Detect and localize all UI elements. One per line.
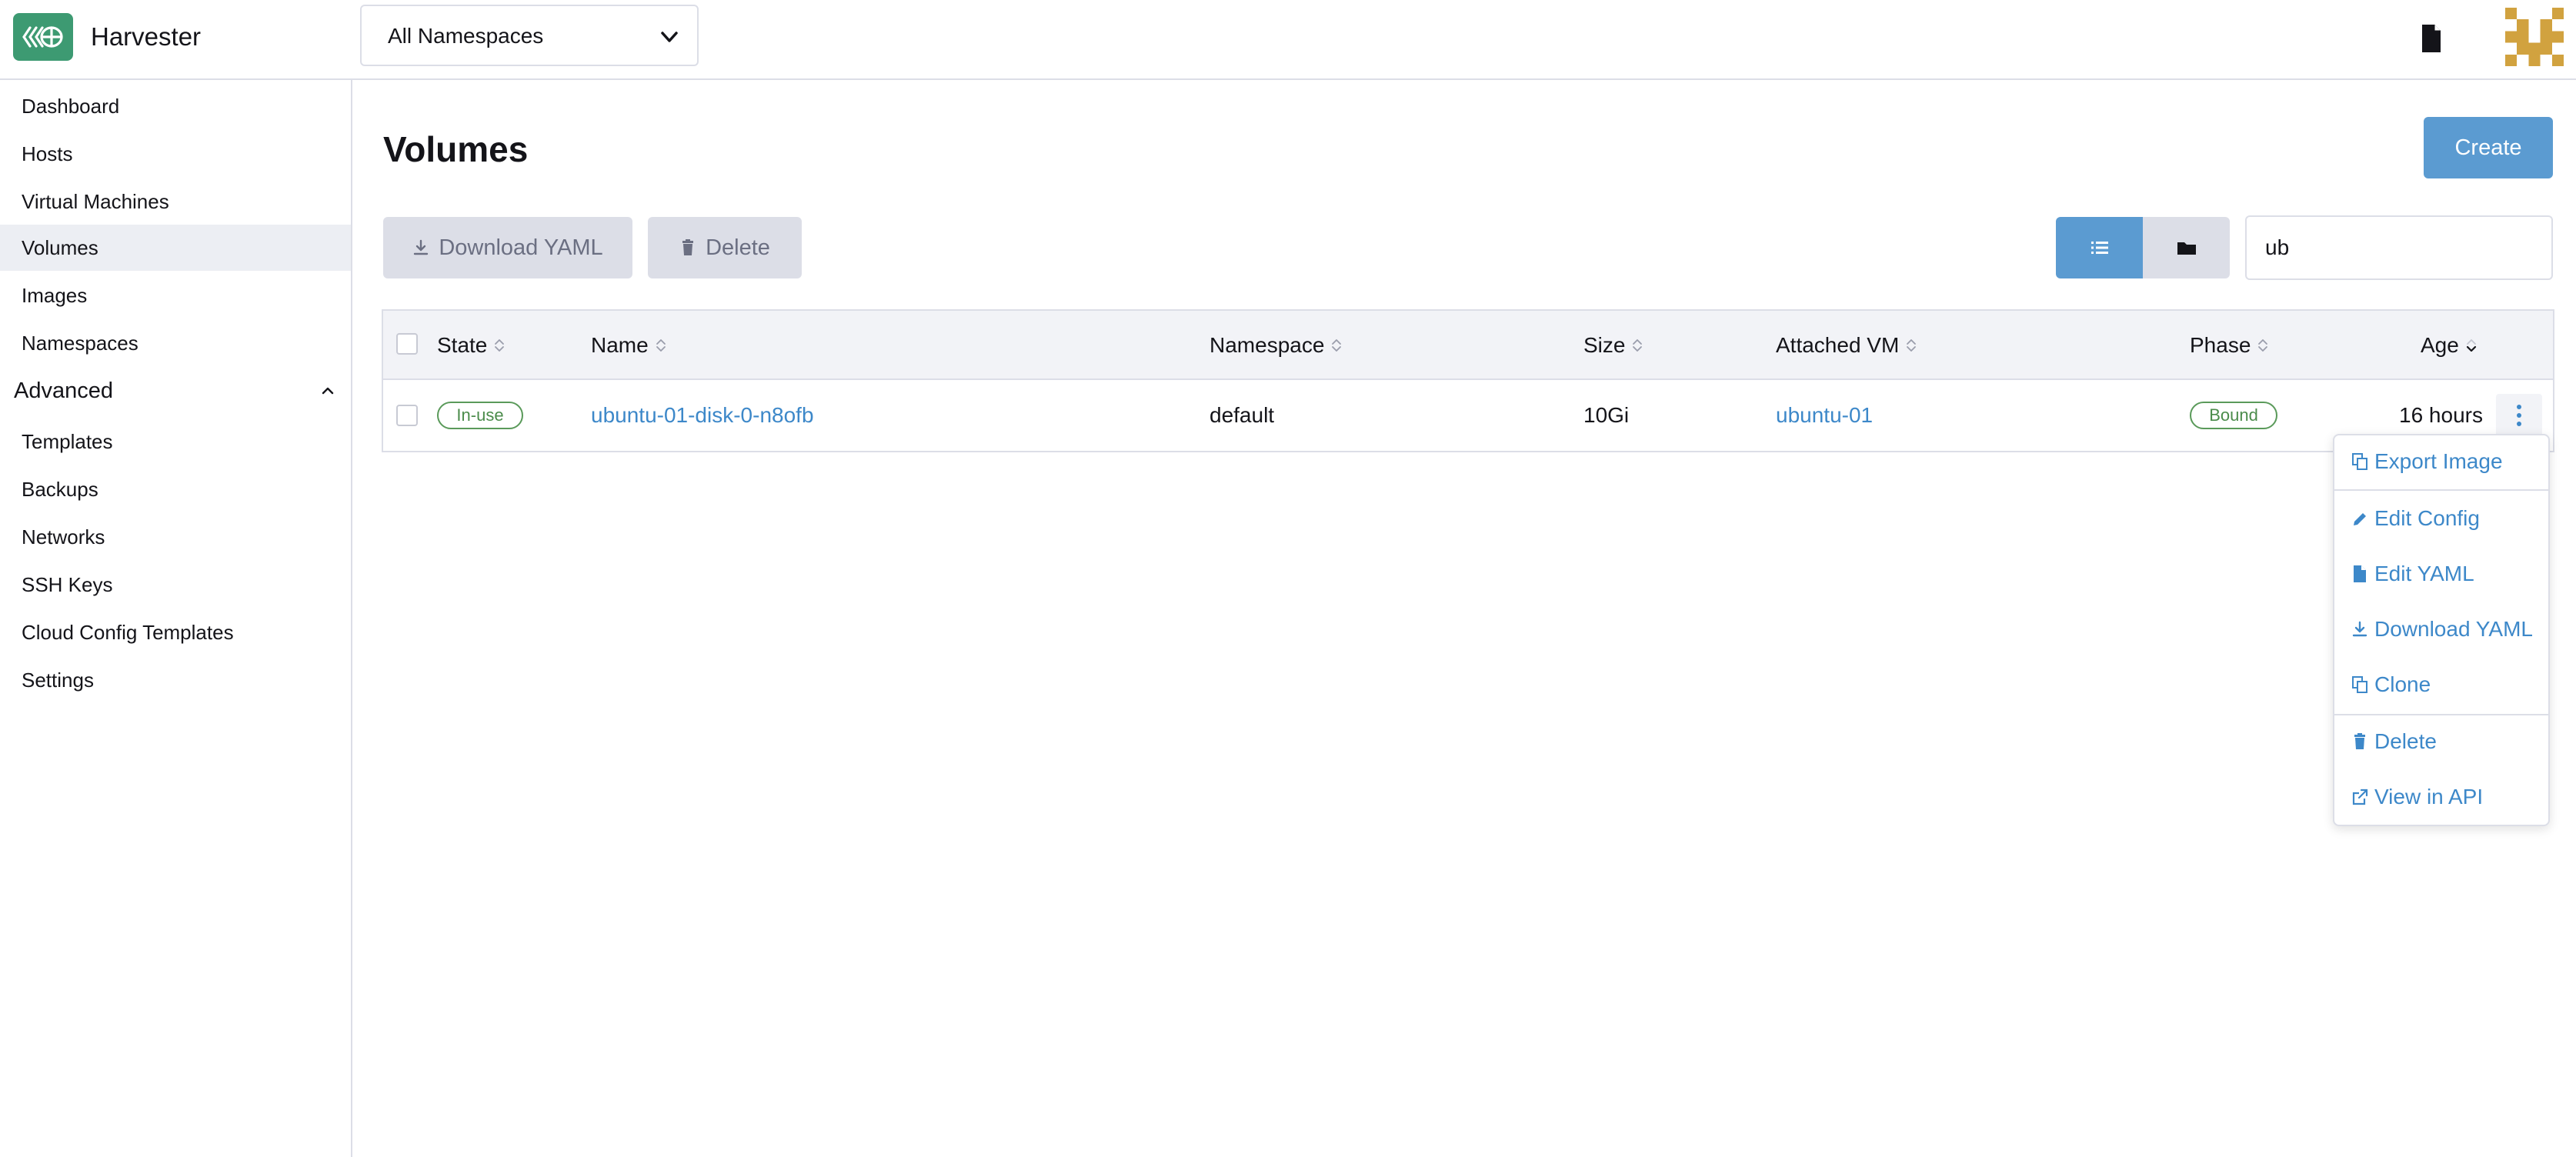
namespace-cell: default (1210, 403, 1275, 427)
top-header: Harvester All Namespaces (0, 0, 2576, 80)
sidebar-group-advanced[interactable]: Advanced (0, 368, 351, 414)
menu-item-export-image[interactable]: Export Image (2351, 446, 2503, 477)
column-header-namespace[interactable]: Namespace (1210, 330, 1343, 361)
menu-item-download-yaml[interactable]: Download YAML (2351, 614, 2533, 645)
menu-item-edit-yaml[interactable]: Edit YAML (2351, 558, 2474, 589)
table-header: State Name Namespace Size Attached VM Ph… (383, 311, 2553, 380)
menu-item-delete-label: Delete (2374, 729, 2437, 753)
age-cell: 16 hours (2399, 403, 2483, 427)
namespace-select[interactable]: All Namespaces (360, 5, 699, 66)
column-header-state-label: State (437, 333, 488, 357)
menu-item-export-image-label: Export Image (2374, 449, 2503, 473)
external-link-icon (2352, 789, 2368, 805)
chevron-down-icon (661, 32, 678, 42)
sort-icon (1332, 339, 1342, 352)
menu-item-edit-config[interactable]: Edit Config (2351, 503, 2480, 534)
sidebar-item-templates[interactable]: Templates (0, 418, 351, 465)
column-header-name[interactable]: Name (591, 330, 667, 361)
column-header-attached-vm[interactable]: Attached VM (1776, 330, 1917, 361)
sort-icon (1633, 339, 1643, 352)
row-actions-menu: Export Image Edit Config Edit YAML Downl… (2333, 434, 2550, 826)
table-row: In-use ubuntu-01-disk-0-n8ofb default 10… (383, 380, 2553, 451)
column-header-size[interactable]: Size (1583, 330, 1643, 361)
row-actions-button[interactable] (2496, 394, 2542, 437)
copy-icon (2352, 676, 2367, 693)
trash-icon (2354, 733, 2365, 749)
harvester-logo-icon (22, 26, 63, 48)
sidebar-item-images[interactable]: Images (0, 272, 351, 318)
sidebar-item-cloud-config-templates[interactable]: Cloud Config Templates (0, 609, 351, 655)
sidebar-item-settings[interactable]: Settings (0, 657, 351, 703)
page-title: Volumes (383, 129, 529, 169)
namespace-select-value: All Namespaces (388, 24, 544, 48)
folder-view-button[interactable] (2143, 217, 2230, 278)
column-header-attached-vm-label: Attached VM (1776, 333, 1900, 357)
sidebar-item-dashboard[interactable]: Dashboard (0, 83, 351, 129)
sidebar-item-backups[interactable]: Backups (0, 466, 351, 512)
menu-item-view-in-api[interactable]: View in API (2351, 782, 2483, 812)
select-all-checkbox[interactable] (396, 333, 418, 355)
delete-label: Delete (706, 235, 770, 260)
view-toggle (2056, 217, 2230, 278)
size-cell: 10Gi (1583, 403, 1630, 427)
menu-item-delete[interactable]: Delete (2351, 726, 2437, 757)
sidebar-item-volumes[interactable]: Volumes (0, 225, 351, 271)
sidebar-item-networks[interactable]: Networks (0, 514, 351, 560)
column-header-phase-label: Phase (2190, 333, 2251, 357)
row-select-checkbox[interactable] (396, 405, 418, 426)
volume-name-link[interactable]: ubuntu-01-disk-0-n8ofb (591, 400, 814, 431)
create-button[interactable]: Create (2424, 117, 2553, 178)
delete-button[interactable]: Delete (648, 217, 802, 278)
file-icon[interactable] (2419, 23, 2444, 54)
column-header-namespace-label: Namespace (1210, 333, 1325, 357)
phase-badge: Bound (2190, 402, 2277, 429)
menu-item-view-in-api-label: View in API (2374, 785, 2484, 809)
volumes-table: State Name Namespace Size Attached VM Ph… (382, 309, 2554, 452)
sidebar-item-virtual-machines[interactable]: Virtual Machines (0, 178, 351, 225)
sort-desc-icon (2466, 339, 2476, 352)
column-header-state[interactable]: State (437, 330, 506, 361)
attached-vm-link[interactable]: ubuntu-01 (1776, 400, 1873, 431)
file-icon (2354, 565, 2366, 582)
sort-icon (2258, 339, 2268, 352)
download-icon (2352, 621, 2367, 637)
menu-item-clone-label: Clone (2374, 672, 2431, 696)
menu-item-edit-config-label: Edit Config (2374, 506, 2480, 530)
trash-icon (682, 239, 694, 255)
chevron-up-icon (322, 387, 334, 395)
download-icon (414, 239, 429, 255)
sort-icon (656, 339, 666, 352)
menu-separator (2334, 489, 2548, 491)
pencil-icon (2354, 513, 2366, 525)
column-header-size-label: Size (1583, 333, 1626, 357)
column-header-phase[interactable]: Phase (2190, 330, 2269, 361)
sidebar-item-ssh-keys[interactable]: SSH Keys (0, 562, 351, 608)
menu-separator (2334, 714, 2548, 715)
search-input[interactable] (2245, 215, 2553, 280)
sidebar-item-namespaces[interactable]: Namespaces (0, 320, 351, 366)
download-yaml-button[interactable]: Download YAML (383, 217, 632, 278)
folder-icon (2177, 242, 2196, 255)
state-badge: In-use (437, 402, 523, 429)
app-name: Harvester (91, 22, 202, 51)
column-header-name-label: Name (591, 333, 649, 357)
copy-icon (2352, 453, 2367, 470)
harvester-logo[interactable] (13, 13, 73, 61)
user-avatar[interactable] (2505, 8, 2564, 66)
menu-item-download-yaml-label: Download YAML (2374, 617, 2533, 641)
column-header-age-label: Age (2421, 333, 2459, 357)
list-view-button[interactable] (2056, 217, 2143, 278)
sidebar-item-hosts[interactable]: Hosts (0, 131, 351, 177)
sidebar-group-advanced-label: Advanced (14, 378, 113, 403)
menu-item-clone[interactable]: Clone (2351, 669, 2431, 700)
download-yaml-label: Download YAML (439, 235, 603, 260)
sidebar-nav: Dashboard Hosts Virtual Machines Volumes… (0, 80, 352, 1157)
sort-icon (495, 339, 505, 352)
menu-item-edit-yaml-label: Edit YAML (2374, 562, 2474, 585)
kebab-menu-icon (2517, 405, 2521, 426)
list-icon (2090, 242, 2108, 254)
sort-icon (1907, 339, 1917, 352)
column-header-age[interactable]: Age (2421, 330, 2478, 361)
